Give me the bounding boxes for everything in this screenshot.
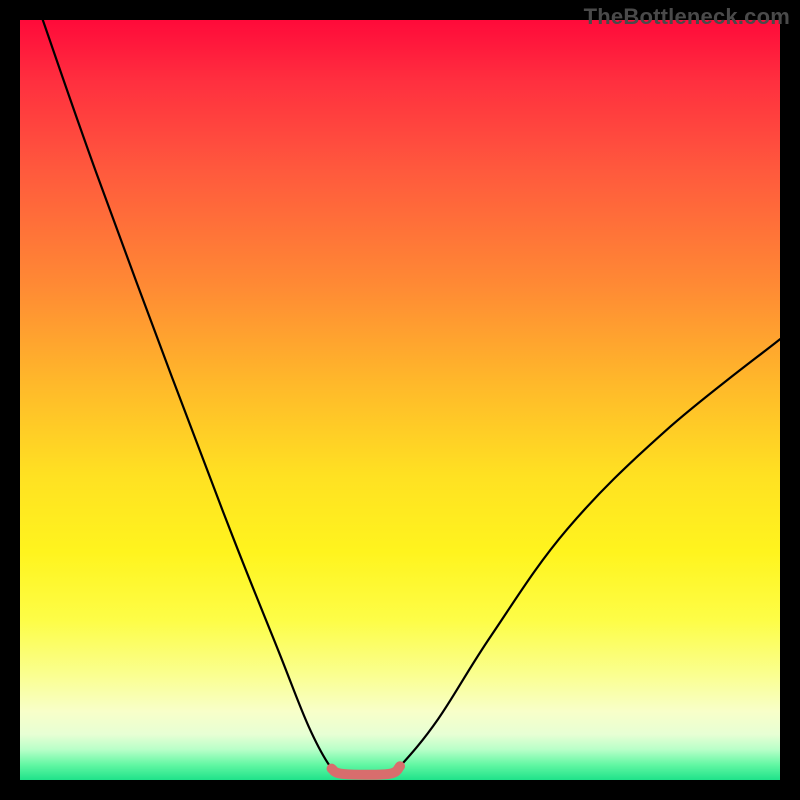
right-curve-path <box>389 339 780 774</box>
chart-frame: TheBottleneck.com <box>0 0 800 800</box>
attribution-label: TheBottleneck.com <box>584 4 790 30</box>
valley-highlight-path <box>332 766 400 774</box>
left-curve-path <box>43 20 343 774</box>
curve-layer <box>20 20 780 780</box>
